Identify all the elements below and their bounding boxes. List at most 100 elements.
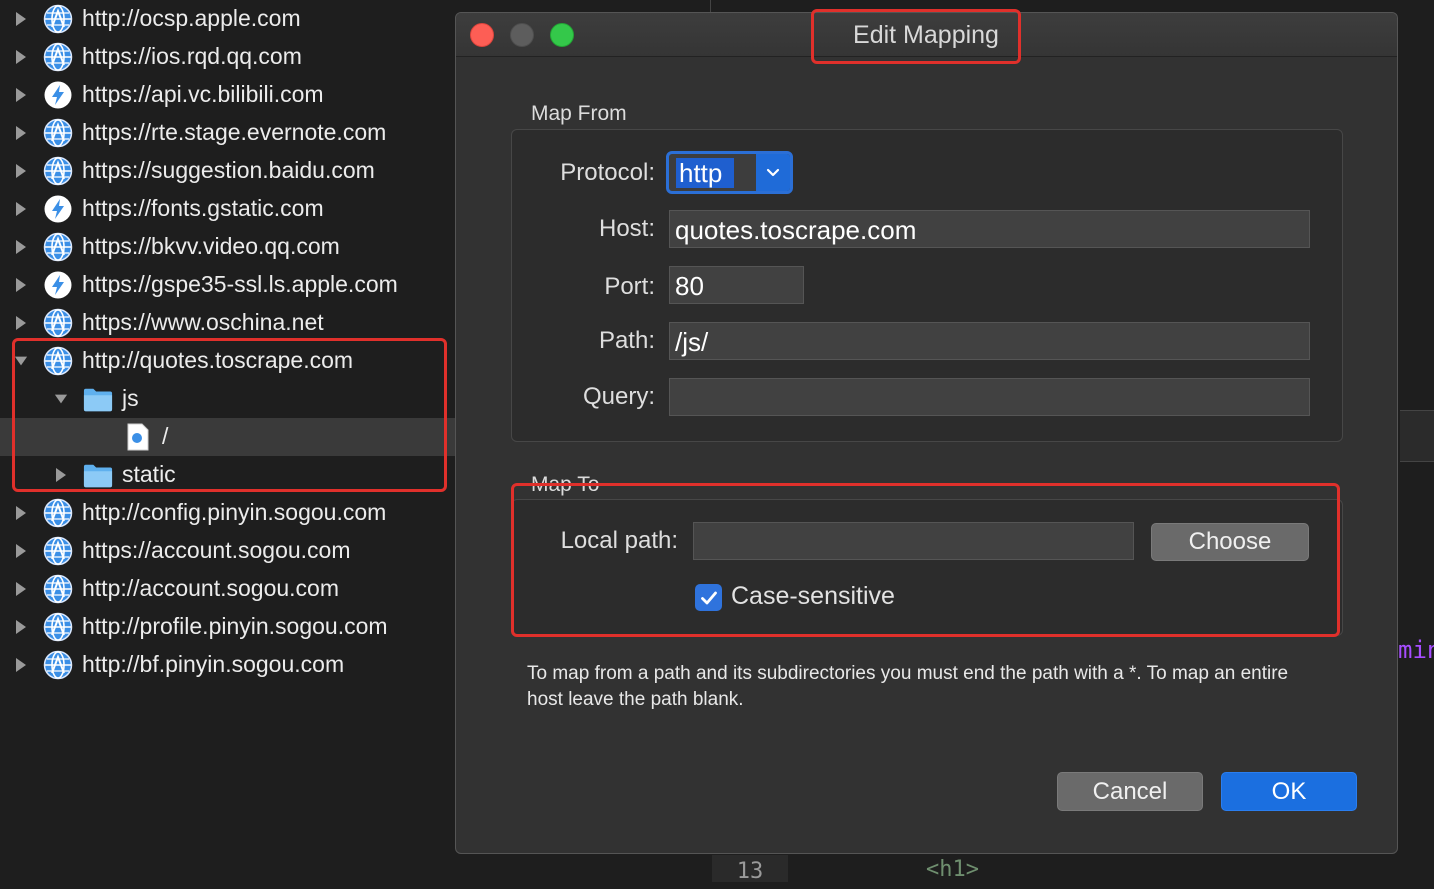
help-text: To map from a path and its subdirectorie…: [527, 663, 1289, 710]
checkmark-icon: [700, 591, 717, 604]
disclosure-collapsed-icon[interactable]: [14, 543, 28, 559]
tree-row-label: https://rte.stage.evernote.com: [82, 119, 387, 145]
case-sensitive-checkbox[interactable]: [695, 584, 722, 611]
host-input[interactable]: quotes.toscrape.com: [669, 210, 1310, 248]
disclosure-collapsed-icon[interactable]: [14, 163, 28, 179]
tree-row[interactable]: https://api.vc.bilibili.com: [0, 76, 455, 114]
globe-icon: [43, 612, 73, 642]
disclosure-collapsed-icon[interactable]: [14, 201, 28, 217]
tree-row-label: /: [162, 423, 169, 449]
line-number: 13: [712, 855, 788, 884]
tree-row[interactable]: https://fonts.gstatic.com: [0, 190, 455, 228]
disclosure-collapsed-icon[interactable]: [14, 505, 28, 521]
globe-icon: [43, 346, 73, 376]
globe-icon: [43, 42, 73, 72]
tree-row-label: static: [122, 461, 176, 487]
tree-row[interactable]: http://bf.pinyin.sogou.com: [0, 646, 455, 684]
tree-row-label: https://fonts.gstatic.com: [82, 195, 324, 221]
structure-tree[interactable]: http://ocsp.apple.com https://ios.rqd.qq.…: [0, 0, 455, 882]
tree-row-label: https://www.oschina.net: [82, 309, 324, 335]
port-label: Port:: [604, 273, 655, 300]
query-label: Query:: [582, 383, 655, 410]
tree-row-label: https://ios.rqd.qq.com: [82, 43, 302, 69]
globe-icon: [43, 118, 73, 148]
tree-row[interactable]: /: [0, 418, 455, 456]
globe-icon: [43, 574, 73, 604]
tree-row-label: https://account.sogou.com: [82, 537, 351, 563]
globe-icon: [43, 650, 73, 680]
disclosure-expanded-icon[interactable]: [54, 391, 68, 407]
globe-icon: [43, 232, 73, 262]
tree-row[interactable]: https://bkvv.video.qq.com: [0, 228, 455, 266]
tree-row-label: http://quotes.toscrape.com: [82, 347, 354, 373]
tree-row[interactable]: http://quotes.toscrape.com: [0, 342, 455, 380]
protocol-value: http: [679, 158, 723, 188]
tree-row-label: http://profile.pinyin.sogou.com: [82, 613, 388, 639]
background-editor-bar: [1400, 410, 1434, 462]
disclosure-collapsed-icon[interactable]: [14, 657, 28, 673]
tree-row-label: https://bkvv.video.qq.com: [82, 233, 340, 259]
lightning-icon: [43, 194, 73, 224]
tree-row[interactable]: https://account.sogou.com: [0, 532, 455, 570]
disclosure-expanded-icon[interactable]: [14, 353, 28, 369]
tree-row[interactable]: https://gspe35-ssl.ls.apple.com: [0, 266, 455, 304]
globe-icon: [43, 498, 73, 528]
tree-row[interactable]: http://profile.pinyin.sogou.com: [0, 608, 455, 646]
background-divider: [710, 0, 711, 12]
disclosure-collapsed-icon[interactable]: [14, 239, 28, 255]
globe-icon: [43, 308, 73, 338]
dialog-titlebar[interactable]: Edit Mapping: [456, 13, 1397, 57]
tree-row-label: http://bf.pinyin.sogou.com: [82, 651, 345, 677]
protocol-label: Protocol:: [560, 159, 655, 186]
tree-row-label: https://suggestion.baidu.com: [82, 157, 375, 183]
local-path-label: Local path:: [560, 527, 678, 554]
chevron-down-icon[interactable]: [756, 154, 790, 191]
port-input[interactable]: 80: [669, 266, 804, 304]
background-code-line: <h1>: [926, 857, 979, 882]
disclosure-collapsed-icon[interactable]: [14, 125, 28, 141]
tree-row[interactable]: https://suggestion.baidu.com: [0, 152, 455, 190]
tree-row-label: http://config.pinyin.sogou.com: [82, 499, 387, 525]
edit-mapping-dialog: Edit Mapping Map From Protocol: http Hos…: [455, 12, 1398, 854]
tree-row[interactable]: https://www.oschina.net: [0, 304, 455, 342]
host-label: Host:: [598, 215, 655, 242]
lightning-icon: [43, 80, 73, 110]
tree-row[interactable]: js: [0, 380, 455, 418]
disclosure-collapsed-icon[interactable]: [14, 277, 28, 293]
tree-row[interactable]: http://config.pinyin.sogou.com: [0, 494, 455, 532]
tree-row-label: https://gspe35-ssl.ls.apple.com: [82, 271, 398, 297]
map-to-group: [511, 499, 1343, 636]
map-to-label: Map To: [531, 473, 600, 496]
path-input[interactable]: /js/: [669, 322, 1310, 360]
globe-icon: [43, 536, 73, 566]
disclosure-collapsed-icon[interactable]: [14, 315, 28, 331]
path-label: Path:: [598, 327, 655, 354]
disclosure-collapsed-icon[interactable]: [14, 619, 28, 635]
map-from-label: Map From: [531, 102, 627, 125]
folder-icon: [83, 384, 113, 414]
disclosure-collapsed-icon[interactable]: [14, 581, 28, 597]
disclosure-collapsed-icon[interactable]: [14, 49, 28, 65]
tree-row[interactable]: static: [0, 456, 455, 494]
disclosure-collapsed-icon[interactable]: [14, 87, 28, 103]
protocol-selection-highlight: http: [676, 158, 734, 188]
cancel-button[interactable]: Cancel: [1057, 772, 1203, 811]
tree-row-label: https://api.vc.bilibili.com: [82, 81, 324, 107]
disclosure-collapsed-icon[interactable]: [14, 11, 28, 27]
dialog-title: Edit Mapping: [853, 21, 999, 49]
local-path-input[interactable]: [693, 522, 1134, 560]
query-input[interactable]: [669, 378, 1310, 416]
tree-row[interactable]: https://rte.stage.evernote.com: [0, 114, 455, 152]
disclosure-collapsed-icon[interactable]: [54, 467, 68, 483]
file-icon: [123, 422, 153, 452]
folder-icon: [83, 460, 113, 490]
case-sensitive-label[interactable]: Case-sensitive: [731, 582, 895, 611]
tree-row[interactable]: https://ios.rqd.qq.com: [0, 38, 455, 76]
lightning-icon: [43, 270, 73, 300]
tree-row[interactable]: http://ocsp.apple.com: [0, 0, 455, 38]
tree-row-label: js: [122, 385, 139, 411]
choose-button[interactable]: Choose: [1151, 523, 1309, 561]
ok-button[interactable]: OK: [1221, 772, 1357, 811]
tree-row[interactable]: http://account.sogou.com: [0, 570, 455, 608]
protocol-select[interactable]: http: [666, 151, 793, 194]
